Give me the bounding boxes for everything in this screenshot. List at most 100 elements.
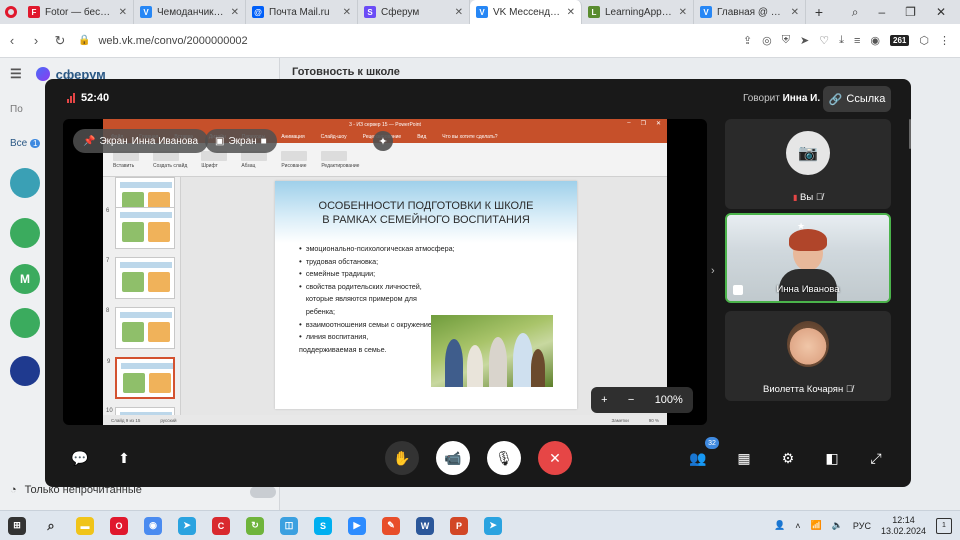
new-tab-button[interactable]: +	[806, 0, 832, 24]
conversation-title: Готовность к школе	[292, 66, 400, 78]
windows-start-icon[interactable]: ⊞	[0, 511, 34, 540]
browser-tab[interactable]: V Чемоданчик детского ✕	[134, 0, 246, 24]
screen-share-stage[interactable]: 3 - ИЗ сервер 15 — PowerPoint –❐✕ ФайлГл…	[63, 119, 707, 425]
taskbar-app-icon[interactable]: W	[408, 511, 442, 540]
taskbar-app-icon[interactable]: ➤	[476, 511, 510, 540]
taskbar-app-icon[interactable]: ➤	[170, 511, 204, 540]
bullet-dot: •	[299, 332, 302, 342]
tab-close-icon[interactable]: ✕	[455, 7, 463, 18]
reading-list-icon[interactable]: ≡	[854, 35, 860, 47]
share-icon[interactable]: ⇪	[743, 34, 752, 47]
taskbar-app-icon[interactable]: P	[442, 511, 476, 540]
sparkle-icon[interactable]: ✦	[373, 131, 393, 151]
tab-close-icon[interactable]: ✕	[343, 7, 351, 18]
taskbar-app-icon[interactable]: ↻	[238, 511, 272, 540]
pip-icon[interactable]: ◧	[815, 441, 849, 475]
browser-tab-bar: F Fotor — бесплатный с ✕ V Чемоданчик детско…	[0, 0, 960, 24]
tray-language[interactable]: РУС	[853, 521, 871, 531]
shield-icon[interactable]: ⛨	[782, 34, 790, 47]
tray-up-arrow-icon[interactable]: ˄	[795, 521, 800, 531]
taskbar-app-icon[interactable]: C	[204, 511, 238, 540]
thumb-title-bar	[120, 312, 172, 318]
send-icon[interactable]: ➤	[800, 34, 809, 47]
browser-tab[interactable]: L LearningApps.org - со ✕	[582, 0, 694, 24]
chat-avatar[interactable]	[10, 356, 40, 386]
download-icon[interactable]: ⤓	[839, 34, 844, 47]
taskbar-app-icon[interactable]: S	[306, 511, 340, 540]
app-glyph: W	[416, 516, 434, 535]
tray-volume-icon[interactable]: 🔈	[832, 520, 843, 531]
reload-icon[interactable]: ↻	[48, 33, 72, 49]
settings-gear-icon[interactable]: ⚙	[771, 441, 805, 475]
ribbon-control	[321, 150, 348, 161]
menu-icon[interactable]: ☰	[10, 66, 22, 82]
camera-snapshot-icon[interactable]: ◎	[762, 34, 772, 47]
participants-button[interactable]: 👥 32	[681, 437, 719, 475]
unread-toggle[interactable]	[250, 486, 276, 498]
chat-avatar[interactable]: M	[10, 264, 40, 294]
copy-link-button[interactable]: 🔗 Ссылка	[823, 86, 891, 112]
chevron-right-icon[interactable]: ›	[711, 265, 715, 277]
pin-icon[interactable]: ★	[797, 221, 805, 232]
participants-scrollbar[interactable]	[909, 119, 911, 149]
taskbar-app-icon[interactable]: ▬	[68, 511, 102, 540]
screen-share-pill-self[interactable]: ▣ Экран ■	[205, 129, 277, 153]
maximize-icon[interactable]: ❐	[905, 5, 916, 19]
tab-close-icon[interactable]: ✕	[679, 7, 687, 18]
opera-menu-icon[interactable]	[0, 0, 22, 24]
extensions-icon[interactable]: ⬡	[919, 34, 929, 47]
powerpoint-window: 3 - ИЗ сервер 15 — PowerPoint –❐✕ ФайлГл…	[103, 119, 667, 425]
participant-tile-violetta[interactable]: Виолетта Кочарян 🎙̸	[725, 311, 891, 401]
browser-tab[interactable]: @ Почта Mail.ru ✕	[246, 0, 358, 24]
filter-all[interactable]: Все 1	[10, 138, 41, 149]
profile-icon[interactable]: ◉	[870, 34, 880, 47]
taskbar-app-icon[interactable]: ◫	[272, 511, 306, 540]
taskbar-search-icon[interactable]: ⌕	[34, 511, 68, 540]
participant-tile-inna[interactable]: ★ Инна Иванова	[725, 213, 891, 303]
browser-tab[interactable]: F Fotor — бесплатный с ✕	[22, 0, 134, 24]
fullscreen-icon[interactable]: ⤢	[859, 441, 893, 475]
taskbar-app-icon[interactable]: ✎	[374, 511, 408, 540]
end-call-button[interactable]: ✕	[538, 441, 572, 475]
browser-tab[interactable]: V Главная @ Формы ✕	[694, 0, 806, 24]
thumb-picture	[123, 373, 145, 393]
back-icon[interactable]: ‹	[0, 33, 24, 48]
mic-toggle-button[interactable]: 🎙	[487, 441, 521, 475]
close-window-icon[interactable]: ✕	[936, 5, 946, 19]
browser-menu-icon[interactable]: ⋮	[939, 34, 950, 47]
tray-wifi-icon[interactable]: 📶	[810, 520, 821, 531]
taskbar-app-icon[interactable]: O	[102, 511, 136, 540]
notifications-icon[interactable]: 1	[936, 517, 952, 534]
minimize-icon[interactable]: –	[878, 5, 885, 19]
tab-close-icon[interactable]: ✕	[791, 7, 799, 18]
tab-close-icon[interactable]: ✕	[119, 7, 127, 18]
url-field[interactable]: 🔒 web.vk.me/convo/2000000002	[78, 35, 248, 47]
tray-clock[interactable]: 12:14 13.02.2024	[881, 515, 926, 537]
chat-search-input[interactable]: По	[10, 104, 50, 115]
zoom-level: 100%	[654, 394, 683, 406]
share-screen-icon[interactable]: ⬆	[107, 441, 141, 475]
taskbar-app-icon[interactable]: ▶	[340, 511, 374, 540]
tab-close-icon[interactable]: ✕	[231, 7, 239, 18]
grid-view-icon[interactable]: ▦	[727, 441, 761, 475]
tab-close-icon[interactable]: ✕	[567, 7, 575, 18]
tab-search-icon[interactable]: ⌕	[852, 5, 859, 20]
chat-avatar[interactable]	[10, 308, 40, 338]
browser-tab[interactable]: V VK Мессенджер ✕	[470, 0, 582, 24]
zoom-out-button[interactable]: −	[628, 394, 634, 406]
browser-tab[interactable]: S Сферум ✕	[358, 0, 470, 24]
forward-icon[interactable]: ›	[24, 33, 48, 48]
ppt-menu-item: Что вы хотите сделать?	[442, 134, 498, 140]
chat-avatar[interactable]	[10, 218, 40, 248]
heart-icon[interactable]: ♡	[819, 34, 829, 47]
chat-avatar[interactable]	[10, 168, 40, 198]
participant-tile-self[interactable]: 📷 ▮ Вы 🎙̸	[725, 119, 891, 209]
extension-badge[interactable]: 261	[890, 35, 910, 46]
taskbar-app-icon[interactable]: ◉	[136, 511, 170, 540]
raise-hand-button[interactable]: ✋	[385, 441, 419, 475]
screen-share-pill-presenter[interactable]: 📌 Экран Инна Иванова	[73, 129, 209, 153]
chat-icon[interactable]: 💬	[63, 441, 97, 475]
camera-toggle-button[interactable]: 📹	[436, 441, 470, 475]
zoom-in-button[interactable]: +	[601, 394, 607, 406]
tray-user-icon[interactable]: 👤	[774, 520, 785, 531]
